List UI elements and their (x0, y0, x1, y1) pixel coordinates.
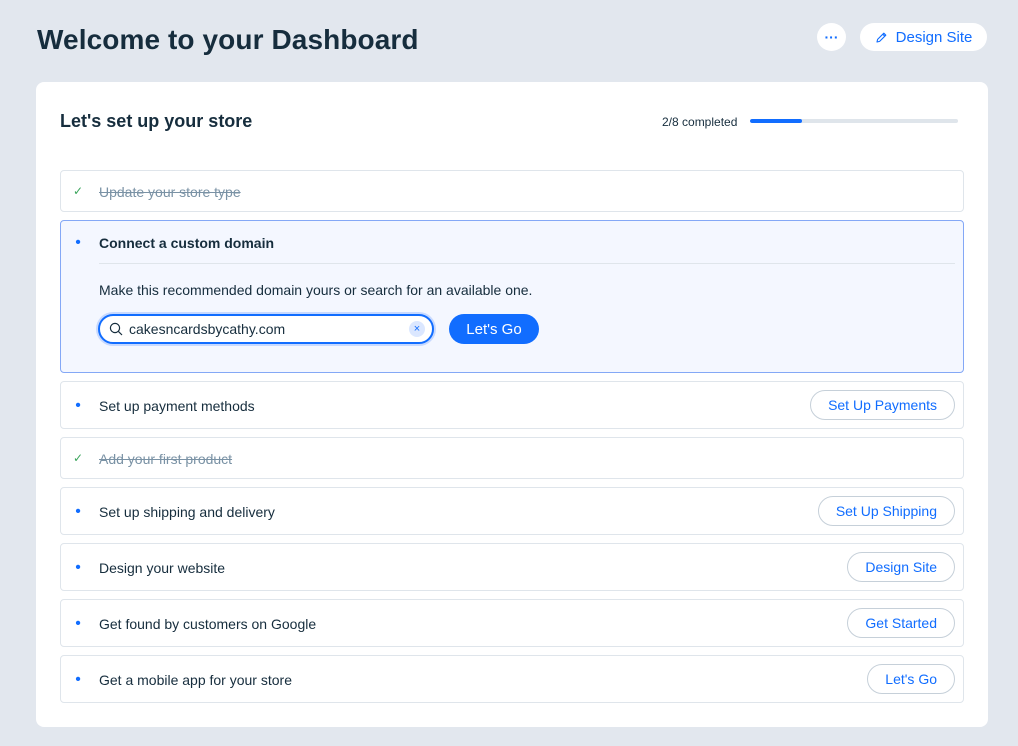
task-label: Set up payment methods (99, 398, 255, 414)
task-label: Get found by customers on Google (99, 616, 317, 632)
task-mobile-app: • Get a mobile app for your store Let's … (60, 655, 964, 703)
domain-search-box: × (98, 314, 434, 344)
bullet-icon: • (75, 234, 81, 251)
more-icon: ··· (824, 29, 839, 45)
get-started-button[interactable]: Get Started (847, 608, 955, 638)
design-site-label: Design Site (895, 28, 973, 46)
progress-text: 2/8 completed (662, 115, 738, 129)
bullet-icon: • (75, 503, 81, 520)
check-icon: ✓ (73, 184, 84, 198)
task-update-store-type[interactable]: ✓ Update your store type (60, 170, 964, 212)
divider (99, 263, 955, 264)
design-site-task-button[interactable]: Design Site (847, 552, 955, 582)
task-shipping-delivery: • Set up shipping and delivery Set Up Sh… (60, 487, 964, 535)
domain-description: Make this recommended domain yours or se… (99, 282, 533, 298)
task-label: Update your store type (99, 184, 241, 200)
setup-card: Let's set up your store 2/8 completed ✓ … (36, 82, 988, 727)
pencil-icon (876, 32, 886, 43)
task-add-first-product[interactable]: ✓ Add your first product (60, 437, 964, 479)
setup-title: Let's set up your store (60, 111, 253, 131)
search-icon (109, 322, 123, 336)
task-design-website: • Design your website Design Site (60, 543, 964, 591)
bullet-icon: • (75, 559, 81, 576)
task-label: Set up shipping and delivery (99, 504, 275, 520)
more-actions-button[interactable]: ··· (817, 23, 846, 51)
design-site-button[interactable]: Design Site (860, 23, 987, 51)
page-title: Welcome to your Dashboard (37, 24, 419, 55)
set-up-payments-button[interactable]: Set Up Payments (810, 390, 955, 420)
domain-search-input[interactable] (129, 320, 399, 338)
lets-go-button[interactable]: Let's Go (449, 314, 539, 344)
bullet-icon: • (75, 671, 81, 688)
bullet-icon: • (75, 397, 81, 414)
progress-bar-fill (750, 119, 802, 123)
task-connect-domain: • Connect a custom domain Make this reco… (60, 220, 964, 373)
task-label: Get a mobile app for your store (99, 672, 292, 688)
bullet-icon: • (75, 615, 81, 632)
lets-go-app-button[interactable]: Let's Go (867, 664, 955, 694)
task-label: Add your first product (99, 451, 233, 467)
task-found-on-google: • Get found by customers on Google Get S… (60, 599, 964, 647)
progress-bar (750, 119, 958, 123)
task-payment-methods: • Set up payment methods Set Up Payments (60, 381, 964, 429)
set-up-shipping-button[interactable]: Set Up Shipping (817, 496, 955, 526)
check-icon: ✓ (73, 451, 84, 465)
task-label: Design your website (99, 560, 226, 576)
task-label: Connect a custom domain (99, 235, 275, 251)
clear-icon[interactable]: × (409, 321, 425, 337)
